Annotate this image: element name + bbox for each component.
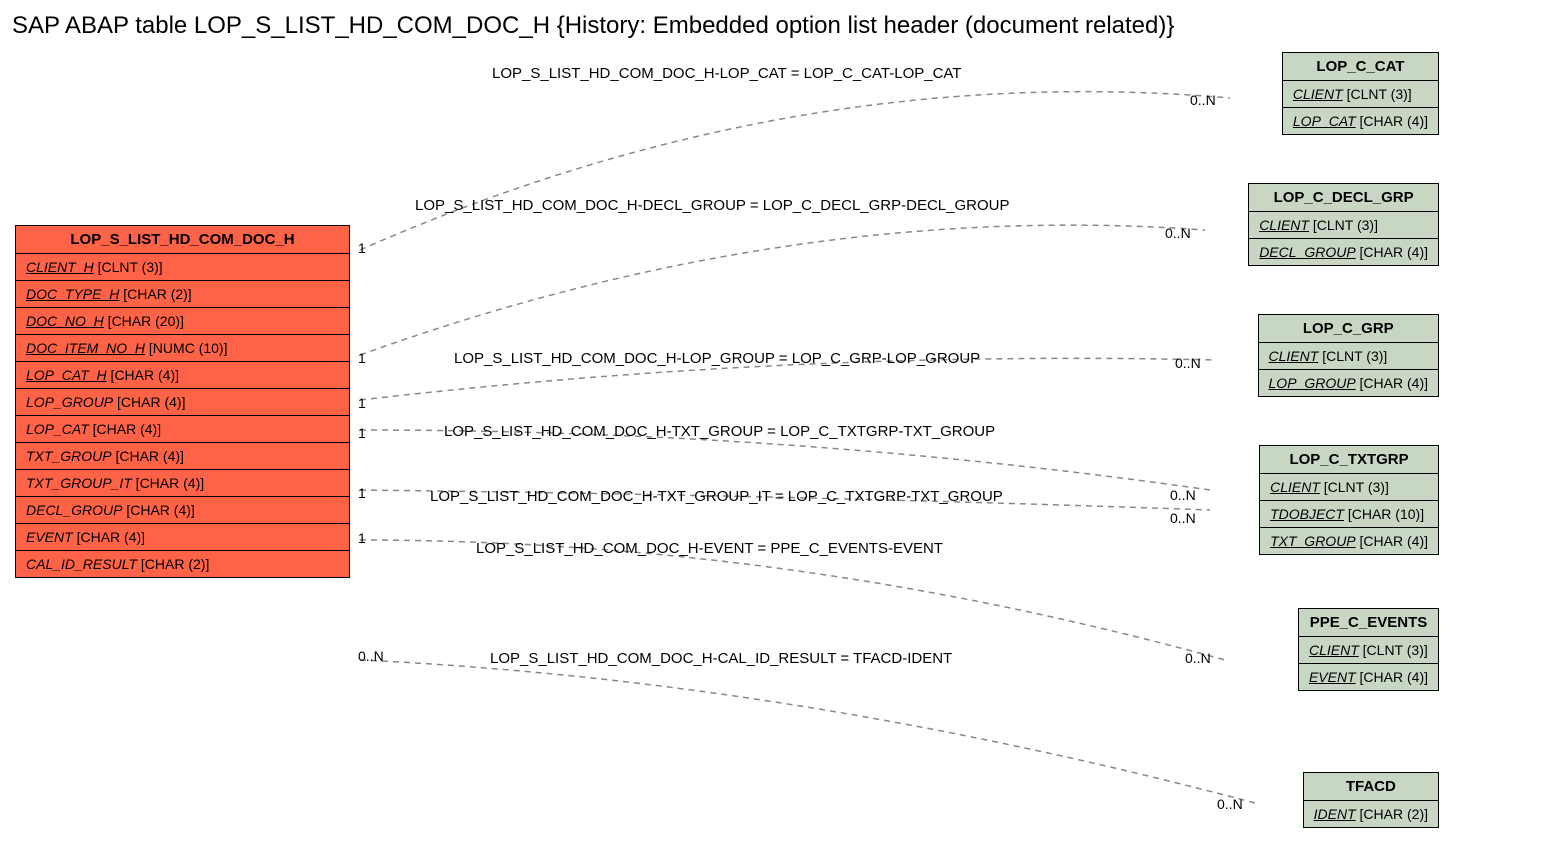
cardinality-right: 0..N xyxy=(1170,510,1196,526)
entity-header: LOP_C_GRP xyxy=(1259,315,1438,343)
table-row: TXT_GROUP [CHAR (4)] xyxy=(1260,528,1438,554)
relation-label: LOP_S_LIST_HD_COM_DOC_H-DECL_GROUP = LOP… xyxy=(415,197,1010,214)
entity-header: LOP_C_DECL_GRP xyxy=(1249,184,1438,212)
table-row: CAL_ID_RESULT [CHAR (2)] xyxy=(16,551,349,577)
table-row: EVENT [CHAR (4)] xyxy=(1299,664,1438,690)
table-row: CLIENT [CLNT (3)] xyxy=(1299,637,1438,664)
table-row: LOP_GROUP [CHAR (4)] xyxy=(1259,370,1438,396)
entity-header: TFACD xyxy=(1304,773,1438,801)
cardinality-left: 1 xyxy=(358,350,366,366)
table-row: DECL_GROUP [CHAR (4)] xyxy=(16,497,349,524)
relation-label: LOP_S_LIST_HD_COM_DOC_H-TXT_GROUP_IT = L… xyxy=(430,488,1003,505)
table-row: TXT_GROUP [CHAR (4)] xyxy=(16,443,349,470)
table-row: CLIENT [CLNT (3)] xyxy=(1249,212,1438,239)
table-row: LOP_CAT_H [CHAR (4)] xyxy=(16,362,349,389)
entity-lop-c-cat: LOP_C_CAT CLIENT [CLNT (3)] LOP_CAT [CHA… xyxy=(1282,52,1439,135)
cardinality-left: 0..N xyxy=(358,648,384,664)
table-row: LOP_CAT [CHAR (4)] xyxy=(1283,108,1438,134)
entity-header: LOP_C_TXTGRP xyxy=(1260,446,1438,474)
entity-lop-c-grp: LOP_C_GRP CLIENT [CLNT (3)] LOP_GROUP [C… xyxy=(1258,314,1439,397)
entity-main-header: LOP_S_LIST_HD_COM_DOC_H xyxy=(16,226,349,254)
table-row: CLIENT [CLNT (3)] xyxy=(1283,81,1438,108)
table-row: IDENT [CHAR (2)] xyxy=(1304,801,1438,827)
cardinality-left: 1 xyxy=(358,395,366,411)
table-row: CLIENT [CLNT (3)] xyxy=(1260,474,1438,501)
entity-lop-c-txtgrp: LOP_C_TXTGRP CLIENT [CLNT (3)] TDOBJECT … xyxy=(1259,445,1439,555)
relation-label: LOP_S_LIST_HD_COM_DOC_H-LOP_GROUP = LOP_… xyxy=(454,350,980,367)
cardinality-left: 1 xyxy=(358,530,366,546)
entity-header: LOP_C_CAT xyxy=(1283,53,1438,81)
cardinality-left: 1 xyxy=(358,240,366,256)
relation-label: LOP_S_LIST_HD_COM_DOC_H-EVENT = PPE_C_EV… xyxy=(476,540,943,557)
table-row: TDOBJECT [CHAR (10)] xyxy=(1260,501,1438,528)
table-row: DOC_NO_H [CHAR (20)] xyxy=(16,308,349,335)
cardinality-left: 1 xyxy=(358,425,366,441)
table-row: CLIENT_H [CLNT (3)] xyxy=(16,254,349,281)
table-row: EVENT [CHAR (4)] xyxy=(16,524,349,551)
cardinality-right: 0..N xyxy=(1165,225,1191,241)
relation-label: LOP_S_LIST_HD_COM_DOC_H-TXT_GROUP = LOP_… xyxy=(444,423,995,440)
page-title: SAP ABAP table LOP_S_LIST_HD_COM_DOC_H {… xyxy=(12,12,1174,40)
cardinality-left: 1 xyxy=(358,485,366,501)
cardinality-right: 0..N xyxy=(1170,487,1196,503)
cardinality-right: 0..N xyxy=(1185,650,1211,666)
cardinality-right: 0..N xyxy=(1217,796,1243,812)
table-row: CLIENT [CLNT (3)] xyxy=(1259,343,1438,370)
entity-ppe-c-events: PPE_C_EVENTS CLIENT [CLNT (3)] EVENT [CH… xyxy=(1298,608,1439,691)
cardinality-right: 0..N xyxy=(1175,355,1201,371)
table-row: LOP_CAT [CHAR (4)] xyxy=(16,416,349,443)
entity-header: PPE_C_EVENTS xyxy=(1299,609,1438,637)
relation-label: LOP_S_LIST_HD_COM_DOC_H-CAL_ID_RESULT = … xyxy=(490,650,952,667)
cardinality-right: 0..N xyxy=(1190,92,1216,108)
table-row: DOC_ITEM_NO_H [NUMC (10)] xyxy=(16,335,349,362)
table-row: DOC_TYPE_H [CHAR (2)] xyxy=(16,281,349,308)
entity-tfacd: TFACD IDENT [CHAR (2)] xyxy=(1303,772,1439,828)
table-row: TXT_GROUP_IT [CHAR (4)] xyxy=(16,470,349,497)
entity-main: LOP_S_LIST_HD_COM_DOC_H CLIENT_H [CLNT (… xyxy=(15,225,350,578)
relation-label: LOP_S_LIST_HD_COM_DOC_H-LOP_CAT = LOP_C_… xyxy=(492,65,961,82)
table-row: LOP_GROUP [CHAR (4)] xyxy=(16,389,349,416)
entity-lop-c-decl-grp: LOP_C_DECL_GRP CLIENT [CLNT (3)] DECL_GR… xyxy=(1248,183,1439,266)
table-row: DECL_GROUP [CHAR (4)] xyxy=(1249,239,1438,265)
